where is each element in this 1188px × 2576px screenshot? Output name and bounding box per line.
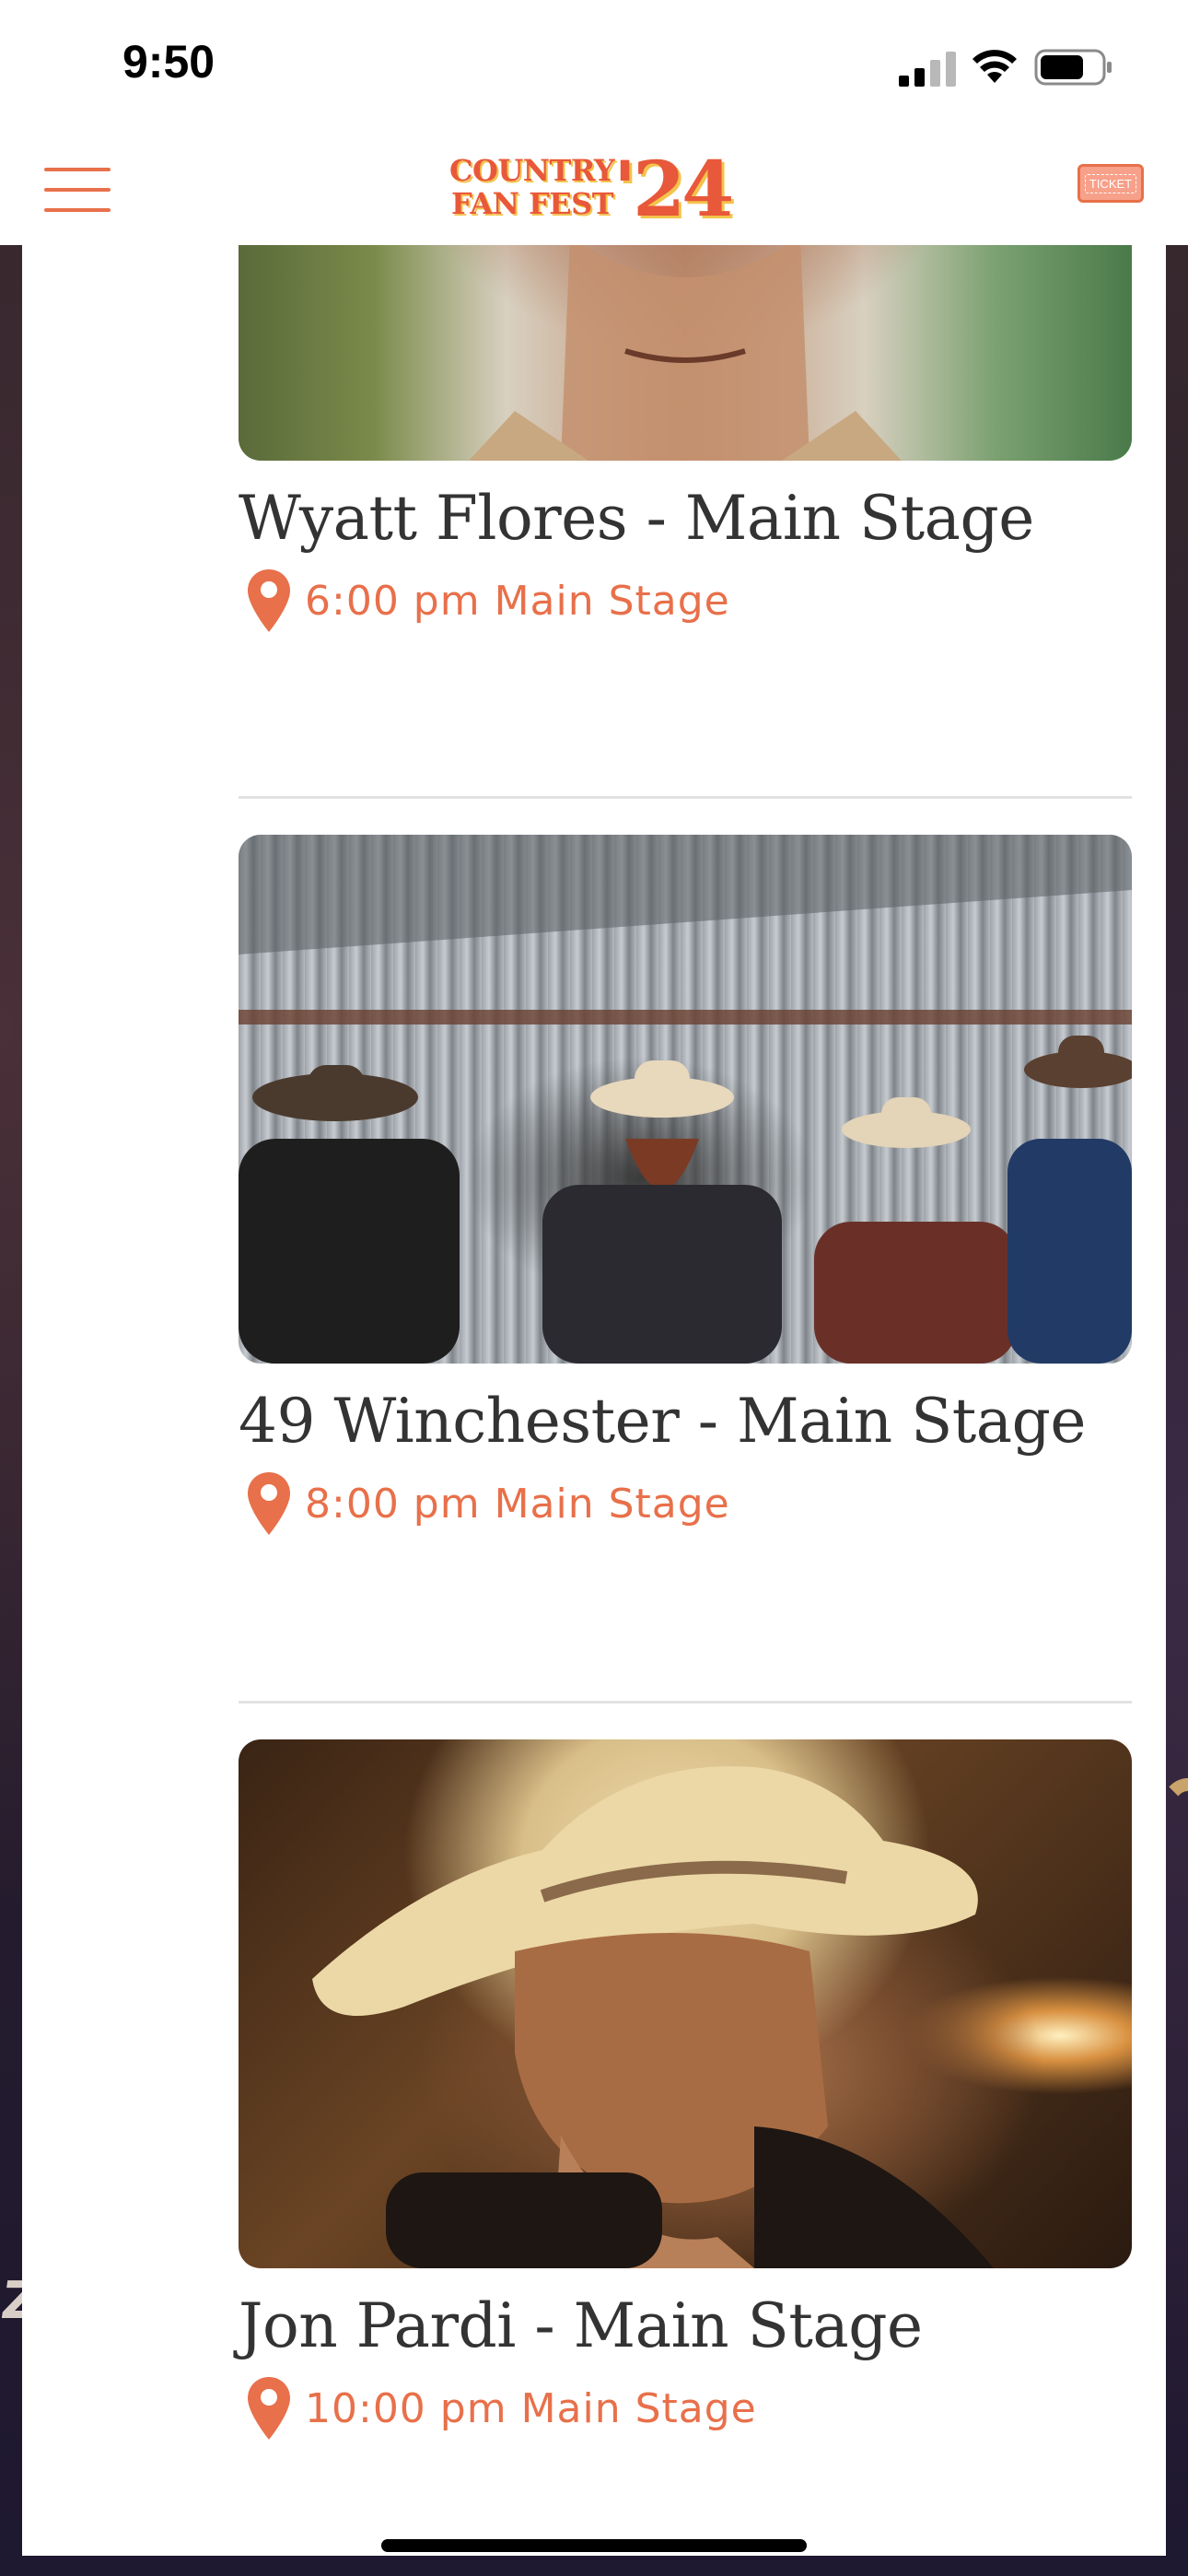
app-header: COUNTRY FAN FEST '24 TICKET <box>0 136 1188 245</box>
event-time: 10:00 pm Main Stage <box>305 2384 757 2432</box>
event-image[interactable] <box>239 1739 1132 2268</box>
event-time: 8:00 pm Main Stage <box>305 1480 730 1528</box>
event-meta: 10:00 pm Main Stage <box>246 2375 757 2441</box>
ticket-icon[interactable]: TICKET <box>1077 164 1144 203</box>
menu-icon[interactable] <box>44 162 111 217</box>
event-time: 6:00 pm Main Stage <box>305 577 730 625</box>
location-pin-icon <box>248 1472 290 1535</box>
event-image[interactable] <box>239 835 1132 1364</box>
location-pin-icon <box>248 2377 290 2440</box>
event-meta: 6:00 pm Main Stage <box>246 568 730 634</box>
ticket-label: TICKET <box>1084 173 1137 193</box>
event-card[interactable]: Jon Pardi - Main Stage 10:00 pm Main Sta… <box>239 1739 1132 2523</box>
event-title[interactable]: Wyatt Flores - Main Stage <box>239 483 1034 554</box>
event-meta: 8:00 pm Main Stage <box>246 1470 730 1537</box>
wifi-icon <box>973 50 1017 83</box>
status-bar: 9:50 <box>0 0 1188 136</box>
logo-text-fan-fest: FAN FEST <box>451 186 614 221</box>
home-indicator[interactable] <box>381 2539 807 2552</box>
band-silhouettes <box>239 835 1132 1364</box>
cowboy-portrait <box>312 1766 994 2268</box>
status-time: 9:50 <box>122 36 215 88</box>
battery-icon <box>1034 49 1112 86</box>
event-image[interactable] <box>239 245 1132 461</box>
event-card[interactable]: 49 Winchester - Main Stage 8:00 pm Main … <box>239 835 1132 1618</box>
logo-text-country: COUNTRY <box>449 153 615 188</box>
divider <box>239 1701 1132 1704</box>
signal-icon <box>899 52 956 87</box>
divider <box>239 796 1132 799</box>
schedule-list: Wyatt Flores - Main Stage 6:00 pm Main S… <box>22 245 1166 2556</box>
event-title[interactable]: Jon Pardi - Main Stage <box>239 2290 923 2361</box>
festival-logo[interactable]: COUNTRY FAN FEST '24 <box>449 146 734 234</box>
location-pin-icon <box>248 569 290 632</box>
portrait-detail <box>469 245 902 461</box>
logo-year: '24 <box>613 146 734 234</box>
event-title[interactable]: 49 Winchester - Main Stage <box>239 1386 1086 1457</box>
